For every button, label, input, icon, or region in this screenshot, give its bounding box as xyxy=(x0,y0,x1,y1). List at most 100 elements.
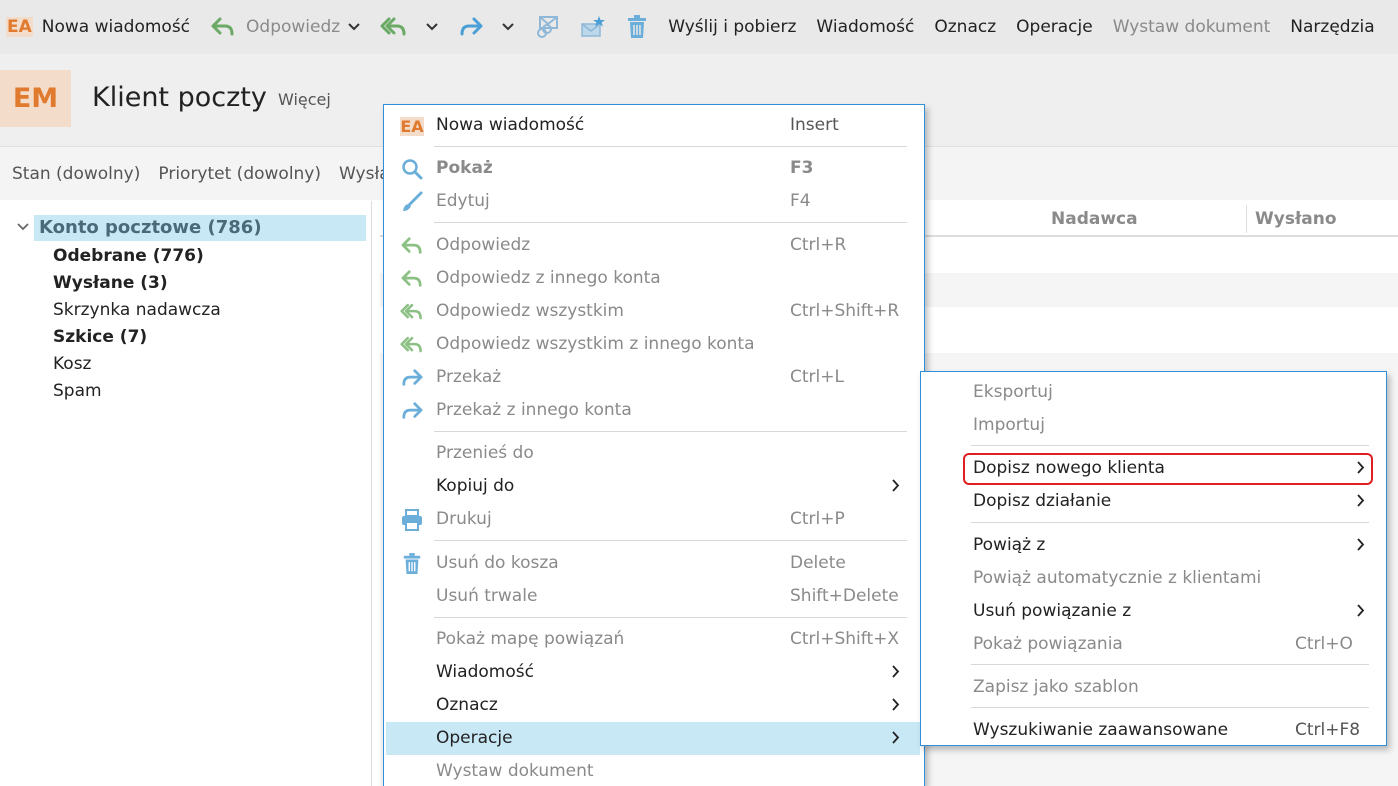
toolbar: EA Nowa wiadomość Odpowiedz Wyślij i pob… xyxy=(0,0,1398,54)
forward-icon xyxy=(400,366,424,390)
reply-all-icon xyxy=(400,333,424,357)
toolbar-tools-label: Narzędzia xyxy=(1290,17,1375,37)
reply-all-icon xyxy=(380,16,408,38)
menu-item-edit[interactable]: Edytuj F4 xyxy=(386,185,920,218)
menu-item-forward-other-account[interactable]: Przekaż z innego konta xyxy=(386,394,920,427)
tree-item-trash[interactable]: Kosz xyxy=(53,352,91,376)
tree-item-outbox[interactable]: Skrzynka nadawcza xyxy=(53,298,221,322)
toolbar-issue-document-menu[interactable]: Wystaw dokument xyxy=(1113,0,1271,54)
forward-icon xyxy=(400,399,424,423)
toolbar-operations-menu[interactable]: Operacje xyxy=(1016,0,1093,54)
column-sender[interactable]: Nadawca xyxy=(1051,209,1138,229)
menu-separator xyxy=(434,146,907,147)
chevron-right-icon xyxy=(1357,604,1365,617)
forward-icon xyxy=(458,16,484,38)
menu-item-mark[interactable]: Oznacz xyxy=(386,689,920,722)
toolbar-mark-label: Oznacz xyxy=(934,17,997,37)
menu-separator xyxy=(971,522,1369,523)
toolbar-message-menu[interactable]: Wiadomość xyxy=(816,0,914,54)
submenu-item-remove-link[interactable]: Usuń powiązanie z xyxy=(923,595,1384,628)
trash-icon xyxy=(400,552,424,576)
toolbar-delete-button[interactable] xyxy=(626,0,648,54)
tree-item-drafts[interactable]: Szkice (7) xyxy=(53,325,147,349)
chevron-down-icon[interactable] xyxy=(17,223,29,231)
chevron-down-icon[interactable] xyxy=(502,23,514,31)
menu-item-copy-to[interactable]: Kopiuj do xyxy=(386,470,920,503)
menu-item-delete-permanently[interactable]: Usuń trwale Shift+Delete xyxy=(386,580,920,613)
more-link[interactable]: Więcej xyxy=(278,90,331,109)
submenu-item-save-as-template[interactable]: Zapisz jako szablon xyxy=(923,671,1384,704)
menu-separator xyxy=(971,445,1369,446)
menu-item-message[interactable]: Wiadomość xyxy=(386,656,920,689)
menu-item-forward[interactable]: Przekaż Ctrl+L xyxy=(386,361,920,394)
menu-item-reply[interactable]: Odpowiedz Ctrl+R xyxy=(386,229,920,262)
menu-item-move-to-trash[interactable]: Usuń do kosza Delete xyxy=(386,547,920,580)
toolbar-forward-button[interactable] xyxy=(458,0,514,54)
brush-icon xyxy=(400,190,424,214)
context-menu: EA Nowa wiadomość Insert Pokaż F3 Edytuj… xyxy=(383,104,925,786)
toolbar-operations-label: Operacje xyxy=(1016,17,1093,37)
submenu-item-advanced-search[interactable]: Wyszukiwanie zaawansowane Ctrl+F8 xyxy=(923,714,1384,747)
chevron-right-icon xyxy=(892,698,900,711)
menu-separator xyxy=(971,707,1369,708)
menu-separator xyxy=(434,431,907,432)
chevron-right-icon xyxy=(892,731,900,744)
mail-star-icon xyxy=(580,15,606,39)
page-title: Klient poczty xyxy=(92,82,267,113)
toolbar-mark-menu[interactable]: Oznacz xyxy=(934,0,996,54)
column-divider[interactable] xyxy=(1246,205,1247,233)
tree-item-spam[interactable]: Spam xyxy=(53,379,102,403)
menu-item-reply-other-account[interactable]: Odpowiedz z innego konta xyxy=(386,262,920,295)
menu-separator xyxy=(434,617,907,618)
menu-separator xyxy=(434,540,907,541)
em-logo: EM xyxy=(0,70,71,127)
toolbar-new-message-label: Nowa wiadomość xyxy=(41,17,191,37)
toolbar-reply-all-button[interactable] xyxy=(380,0,438,54)
toolbar-send-receive-button[interactable]: Wyślij i pobierz xyxy=(668,0,796,54)
ea-logo-icon: EA xyxy=(400,116,424,136)
toolbar-issue-document-label: Wystaw dokument xyxy=(1112,17,1271,37)
toolbar-new-mail-button[interactable] xyxy=(580,0,606,54)
filter-priority[interactable]: Priorytet (dowolny) xyxy=(158,164,321,184)
menu-item-reply-all[interactable]: Odpowiedz wszystkim Ctrl+Shift+R xyxy=(386,295,920,328)
menu-separator xyxy=(971,664,1369,665)
submenu-item-export[interactable]: Eksportuj xyxy=(923,376,1384,409)
submenu-item-show-links[interactable]: Pokaż powiązania Ctrl+O xyxy=(923,628,1384,661)
operations-submenu: Eksportuj Importuj Dopisz nowego klienta… xyxy=(920,371,1387,746)
submenu-item-add-activity[interactable]: Dopisz działanie xyxy=(923,485,1384,518)
folder-tree: Konto pocztowe (786) Odebrane (776) Wysł… xyxy=(0,201,372,786)
tree-root-mail-account[interactable]: Konto pocztowe (786) xyxy=(34,215,366,241)
trash-icon xyxy=(626,15,648,39)
reply-icon xyxy=(400,234,424,258)
filter-status[interactable]: Stan (dowolny) xyxy=(12,164,140,184)
column-sent[interactable]: Wysłano xyxy=(1255,209,1337,229)
toolbar-send-receive-label: Wyślij i pobierz xyxy=(668,17,797,37)
menu-separator xyxy=(434,222,907,223)
submenu-item-add-new-client[interactable]: Dopisz nowego klienta xyxy=(923,452,1384,485)
chevron-down-icon[interactable] xyxy=(348,23,360,31)
toolbar-link-mail-button[interactable] xyxy=(534,0,560,54)
chevron-right-icon xyxy=(892,479,900,492)
chevron-down-icon[interactable] xyxy=(426,23,438,31)
mail-link-icon xyxy=(534,15,560,39)
menu-item-new-message[interactable]: EA Nowa wiadomość Insert xyxy=(386,109,920,142)
menu-item-show-link-map[interactable]: Pokaż mapę powiązań Ctrl+Shift+X xyxy=(386,623,920,656)
toolbar-reply-button[interactable]: Odpowiedz xyxy=(210,0,360,54)
menu-item-operations[interactable]: Operacje xyxy=(386,722,920,755)
reply-icon xyxy=(400,267,424,291)
chevron-right-icon xyxy=(1357,538,1365,551)
toolbar-reply-label: Odpowiedz xyxy=(246,17,341,37)
toolbar-new-message-button[interactable]: EA Nowa wiadomość xyxy=(6,0,190,54)
reply-all-icon xyxy=(400,300,424,324)
menu-item-issue-document[interactable]: Wystaw dokument xyxy=(386,755,920,786)
menu-item-print[interactable]: Drukuj Ctrl+P xyxy=(386,503,920,536)
submenu-item-import[interactable]: Importuj xyxy=(923,409,1384,442)
toolbar-tools-menu[interactable]: Narzędzia xyxy=(1290,0,1374,54)
tree-item-inbox[interactable]: Odebrane (776) xyxy=(53,244,204,268)
submenu-item-link-with[interactable]: Powiąż z xyxy=(923,529,1384,562)
tree-item-sent[interactable]: Wysłane (3) xyxy=(53,271,168,295)
menu-item-show[interactable]: Pokaż F3 xyxy=(386,152,920,185)
submenu-item-auto-link-clients[interactable]: Powiąż automatycznie z klientami xyxy=(923,562,1384,595)
menu-item-reply-all-other-account[interactable]: Odpowiedz wszystkim z innego konta xyxy=(386,328,920,361)
menu-item-move-to[interactable]: Przenieś do xyxy=(386,437,920,470)
